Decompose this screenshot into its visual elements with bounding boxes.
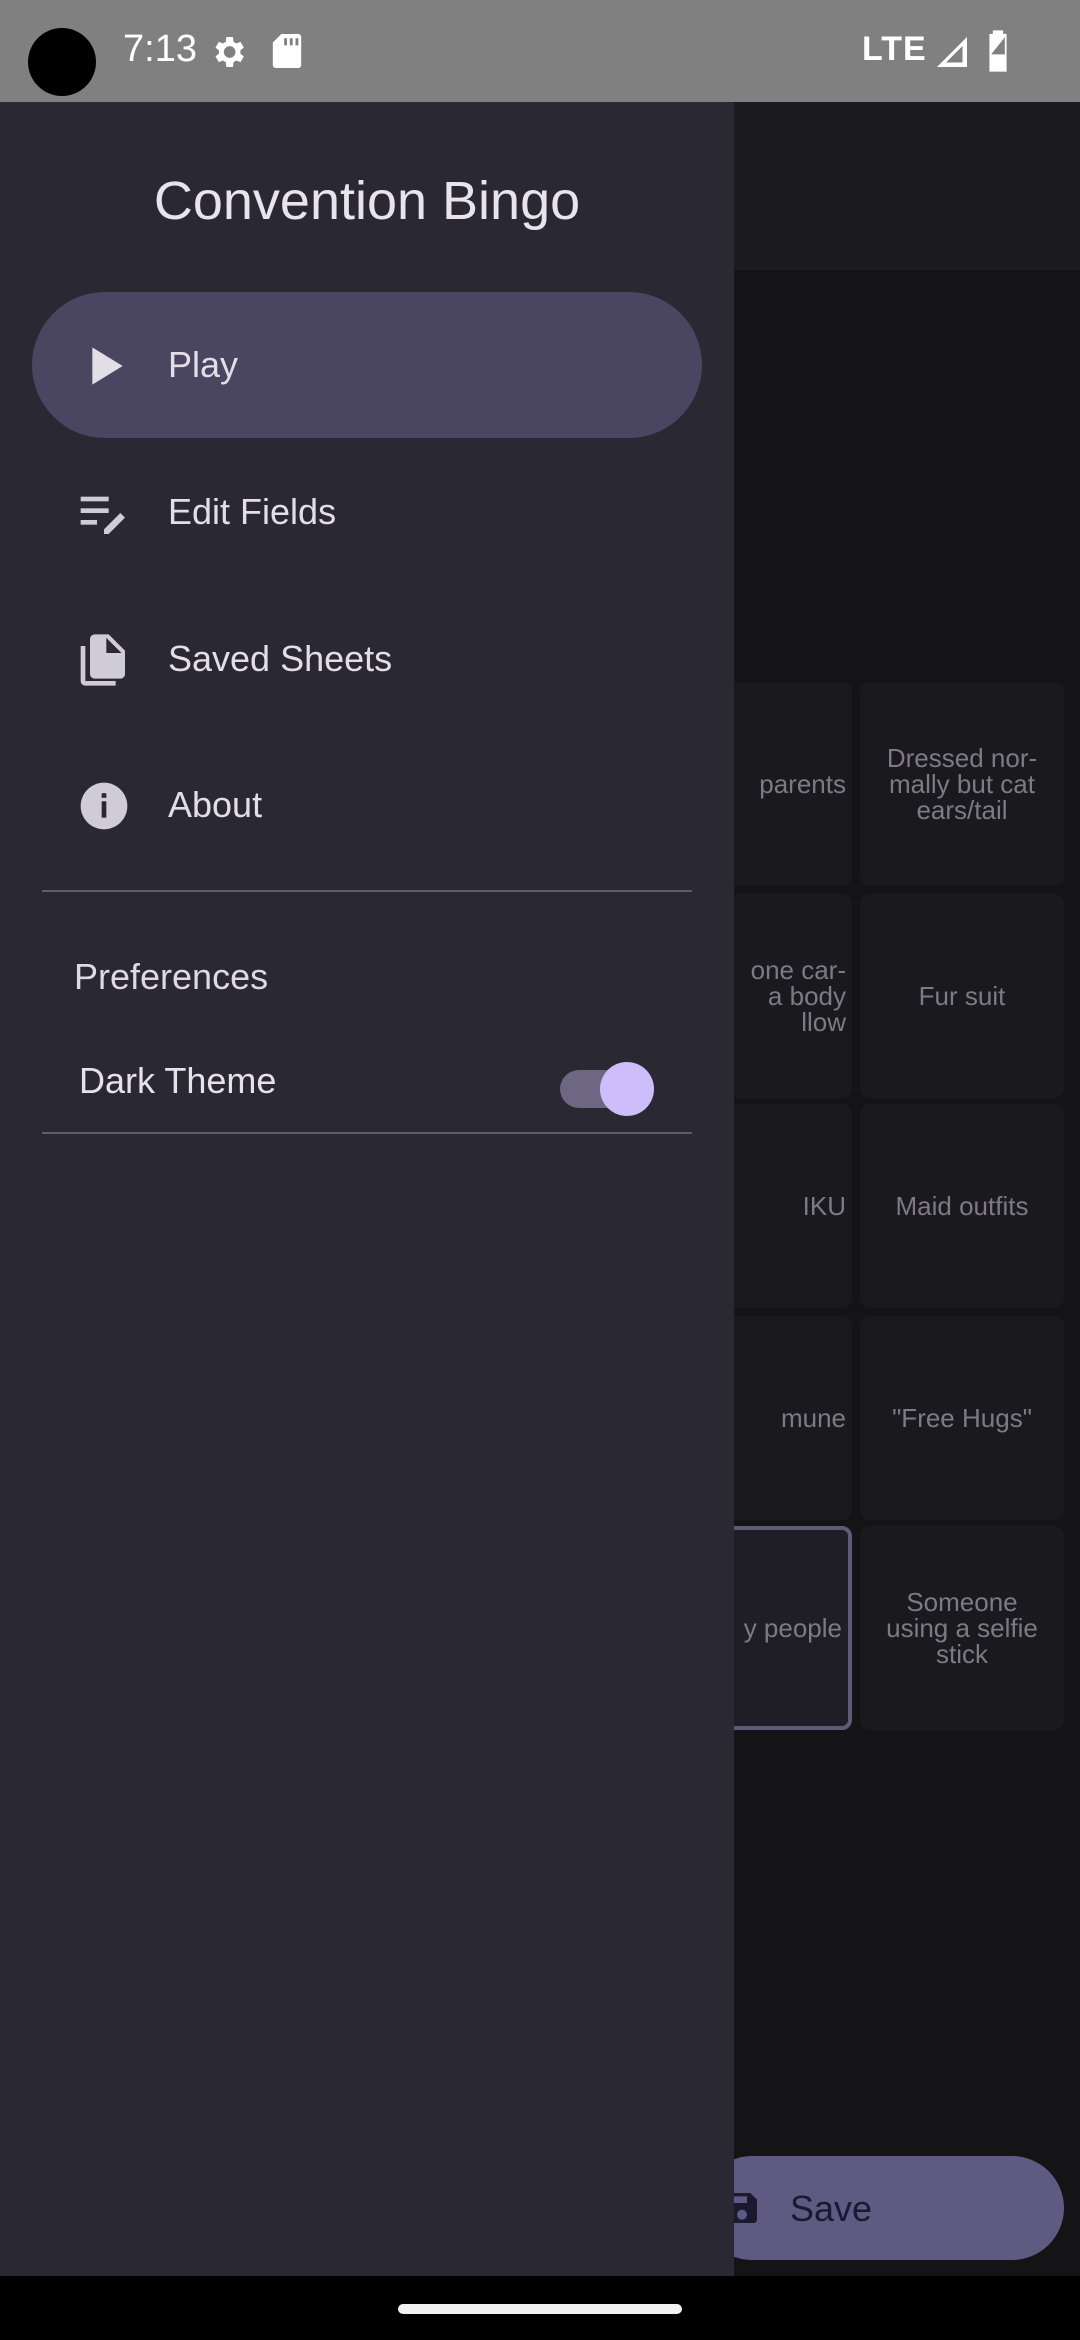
settings-gear-icon <box>215 37 244 67</box>
bingo-cell-text: parents <box>759 769 846 799</box>
bingo-cell-text: "Free Hugs" <box>892 1403 1032 1433</box>
bingo-cell[interactable]: Maid outfits <box>860 1104 1064 1308</box>
nav-item-about[interactable]: About <box>32 732 702 878</box>
bingo-cell-text: one car- a body llow <box>750 955 846 1037</box>
battery-icon <box>989 30 1007 72</box>
network-type: LTE <box>862 30 927 68</box>
home-gesture-handle[interactable] <box>398 2304 682 2314</box>
preferences-header: Preferences <box>74 956 269 997</box>
nav-item-label: About <box>168 784 263 825</box>
switch-thumb <box>600 1062 654 1116</box>
bingo-cell[interactable]: Someone using a selfie stick <box>860 1526 1064 1730</box>
nav-item-label: Edit Fields <box>168 491 337 532</box>
status-time: 7:13 <box>123 28 197 70</box>
signal-icon <box>937 37 967 67</box>
nav-item-edit-fields[interactable]: Edit Fields <box>32 439 702 585</box>
documents-icon <box>80 634 125 686</box>
bingo-cell-text: y people <box>743 1613 842 1643</box>
sd-card-icon <box>272 34 302 68</box>
dark-theme-label: Dark Theme <box>79 1060 277 1101</box>
save-button[interactable]: Save <box>700 2156 1064 2260</box>
bingo-cell[interactable]: Fur suit <box>860 894 1064 1098</box>
drawer-divider <box>42 890 692 892</box>
navigation-drawer: Convention Bingo Play Edit Fields Saved … <box>0 102 734 2276</box>
drawer-divider <box>42 1132 692 1134</box>
info-icon <box>80 782 128 830</box>
drawer-title: Convention Bingo <box>153 171 581 231</box>
bingo-cell-text: Someone using a selfie stick <box>886 1587 1038 1669</box>
camera-cutout <box>28 28 96 96</box>
system-nav-bar <box>0 2276 1080 2340</box>
dark-theme-setting[interactable]: Dark Theme <box>42 1042 692 1128</box>
bingo-cell-text: Fur suit <box>918 981 1006 1011</box>
bingo-cell[interactable]: "Free Hugs" <box>860 1316 1064 1520</box>
play-icon <box>92 347 123 385</box>
bingo-cell-text: Dressed nor- mally but cat ears/tail <box>886 743 1038 825</box>
dark-theme-switch[interactable] <box>560 1062 654 1116</box>
bingo-cell-text: mune <box>780 1403 846 1433</box>
nav-item-saved-sheets[interactable]: Saved Sheets <box>32 586 702 732</box>
nav-item-label: Play <box>168 344 239 385</box>
nav-item-label: Saved Sheets <box>168 638 393 679</box>
save-button-label: Save <box>790 2188 873 2229</box>
bingo-cell-text: Maid outfits <box>895 1191 1029 1221</box>
nav-item-play[interactable]: Play <box>32 292 702 438</box>
bingo-cell[interactable]: Dressed nor- mally but cat ears/tail <box>860 682 1064 886</box>
status-bar: 7:13 LTE <box>0 0 1080 102</box>
bingo-cell-text: IKU <box>802 1191 846 1221</box>
edit-list-icon <box>80 496 125 534</box>
